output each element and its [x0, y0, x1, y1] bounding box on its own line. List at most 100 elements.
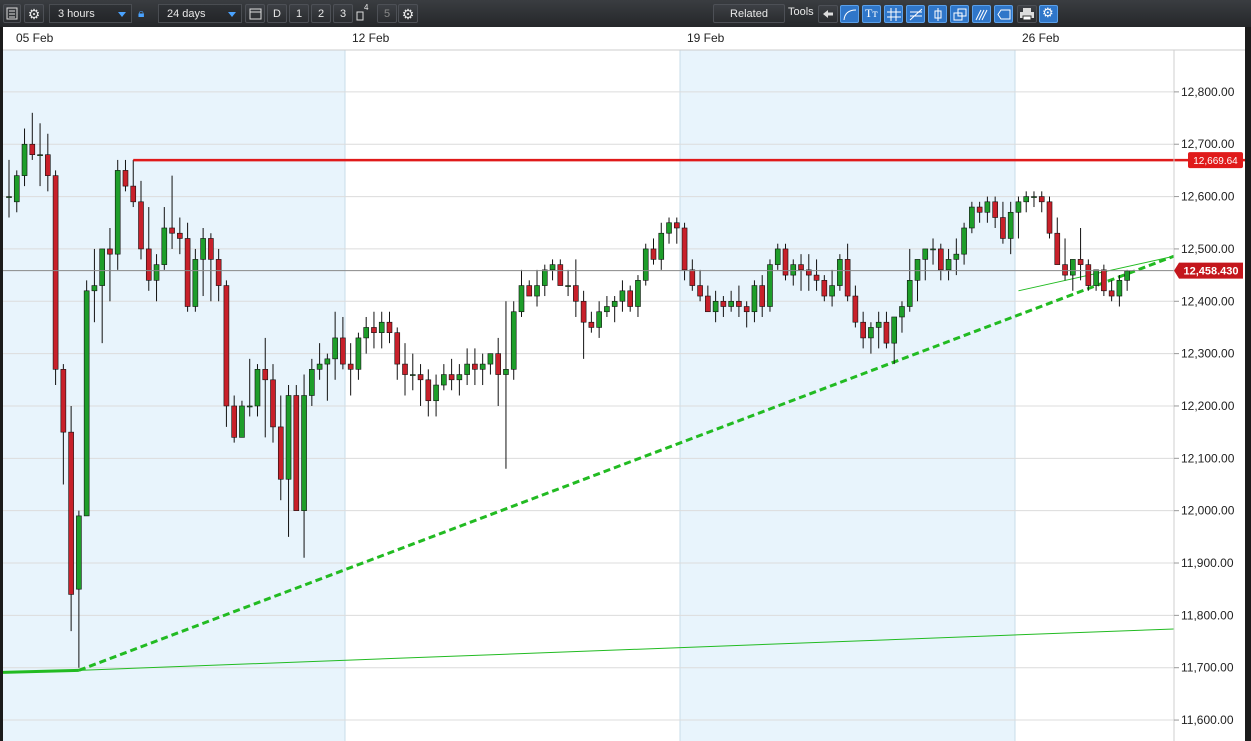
week-band: [680, 27, 1015, 741]
layers-tool-icon[interactable]: [950, 5, 969, 23]
candle-body: [821, 280, 828, 297]
candle-body: [712, 300, 719, 313]
chart-settings-gear-icon[interactable]: ⚙: [398, 4, 418, 23]
candle-body: [13, 175, 20, 203]
x-tick-label: 12 Feb: [352, 31, 390, 45]
candle-body: [409, 374, 416, 376]
candle-body: [922, 248, 929, 260]
candle-body: [332, 337, 338, 360]
candle-body: [29, 143, 36, 155]
candle-body: [580, 300, 587, 323]
candle-tool-icon[interactable]: [928, 5, 947, 23]
candle-body: [743, 306, 750, 313]
range-select[interactable]: 24 days: [158, 4, 242, 23]
candle-body: [611, 300, 618, 307]
y-tick-label: 11,800.00: [1181, 608, 1234, 622]
trendline-anchor[interactable]: [2, 668, 79, 674]
candle-body: [868, 327, 874, 339]
candle-body: [969, 206, 975, 229]
related-button[interactable]: Related: [713, 4, 785, 23]
candle-body: [91, 285, 98, 292]
candle-body: [425, 379, 432, 402]
candle-body: [883, 321, 890, 344]
candle-body: [122, 170, 129, 187]
calendar-glyph-icon: [249, 8, 262, 20]
y-tick-label: 12,100.00: [1181, 451, 1235, 465]
candle-body: [1093, 269, 1099, 286]
candle-body: [526, 285, 533, 297]
candle-body: [1108, 290, 1115, 297]
candle-body: [285, 395, 292, 480]
pitchfork-tool-icon[interactable]: [972, 5, 991, 23]
candle-body: [1124, 270, 1130, 281]
right-frame: [1245, 27, 1251, 741]
menu-icon[interactable]: [3, 4, 21, 23]
x-tick-label: 19 Feb: [687, 31, 725, 45]
candle-body: [231, 405, 237, 438]
candle-body: [759, 285, 766, 307]
period-1-button[interactable]: 1: [289, 4, 309, 23]
settings-gear-icon[interactable]: ⚙: [24, 4, 44, 23]
period-d-button[interactable]: D: [267, 4, 287, 23]
candle-body: [573, 285, 579, 302]
candle-body: [751, 285, 758, 313]
candle-body: [495, 353, 501, 375]
chart-toolbar: ⚙ 3 hours 🔒︎ 24 days D 1 2 3 4 5 ⚙ Relat…: [0, 0, 1251, 28]
candle-body: [169, 227, 175, 234]
candle-body: [976, 206, 983, 213]
candle-body: [790, 264, 797, 276]
text-tool-icon[interactable]: Tт: [862, 5, 881, 23]
candle-body: [829, 285, 835, 297]
candle-body: [394, 332, 401, 365]
y-tick-label: 12,800.00: [1181, 85, 1235, 99]
candle-body: [479, 363, 486, 370]
back-arrow-icon[interactable]: [818, 5, 838, 23]
candle-body: [1077, 259, 1084, 265]
candle-body: [1007, 211, 1014, 239]
candle-body: [728, 300, 734, 307]
candle-body: [510, 311, 517, 370]
candle-body: [45, 154, 51, 176]
candle-body: [681, 227, 688, 271]
candle-body: [21, 143, 28, 176]
y-tick-label: 12,600.00: [1181, 190, 1235, 204]
candle-body: [697, 285, 703, 297]
chart-options-icon[interactable]: ⚙: [1039, 5, 1058, 23]
grid-tool-icon[interactable]: [884, 5, 903, 23]
candle-body: [705, 295, 711, 313]
x-tick-label: 26 Feb: [1022, 31, 1060, 45]
candle-body: [293, 395, 300, 511]
curve-tool-icon[interactable]: [840, 5, 859, 23]
candle-body: [813, 274, 820, 281]
candle-body: [347, 363, 354, 370]
candle-body: [557, 264, 564, 286]
candle-body: [130, 185, 137, 203]
price-chart[interactable]: 05 Feb 12 Feb 19 Feb 26 Feb 12,800.00 12,700…: [0, 27, 1251, 741]
interval-select[interactable]: 3 hours: [49, 4, 132, 23]
candle-body: [254, 369, 261, 407]
lock-icon[interactable]: 🔒︎: [138, 4, 152, 23]
candle-body: [720, 300, 727, 307]
calendar-icon[interactable]: [245, 4, 265, 23]
candle-body: [1070, 259, 1076, 276]
candle-body: [68, 431, 74, 595]
y-tick-label: 11,700.00: [1181, 661, 1234, 675]
print-icon[interactable]: [1017, 5, 1037, 23]
text-tool-label: Tт: [865, 6, 878, 20]
candle-body: [565, 285, 571, 287]
period-3-button[interactable]: 3: [333, 4, 353, 23]
candle-body: [277, 426, 284, 480]
label-tool-icon[interactable]: [994, 5, 1013, 23]
period-4-button[interactable]: 4: [355, 3, 373, 23]
period-5-button[interactable]: 5: [377, 4, 397, 23]
candle-body: [992, 201, 998, 218]
candle-body: [906, 280, 913, 307]
candle-body: [239, 405, 245, 438]
printer-glyph-icon: [1020, 8, 1034, 20]
candle-body: [223, 285, 230, 407]
candle-body: [6, 196, 12, 198]
candle-body: [301, 395, 307, 511]
candle-body: [99, 248, 105, 286]
fibonacci-tool-icon[interactable]: [906, 5, 925, 23]
period-2-button[interactable]: 2: [311, 4, 331, 23]
